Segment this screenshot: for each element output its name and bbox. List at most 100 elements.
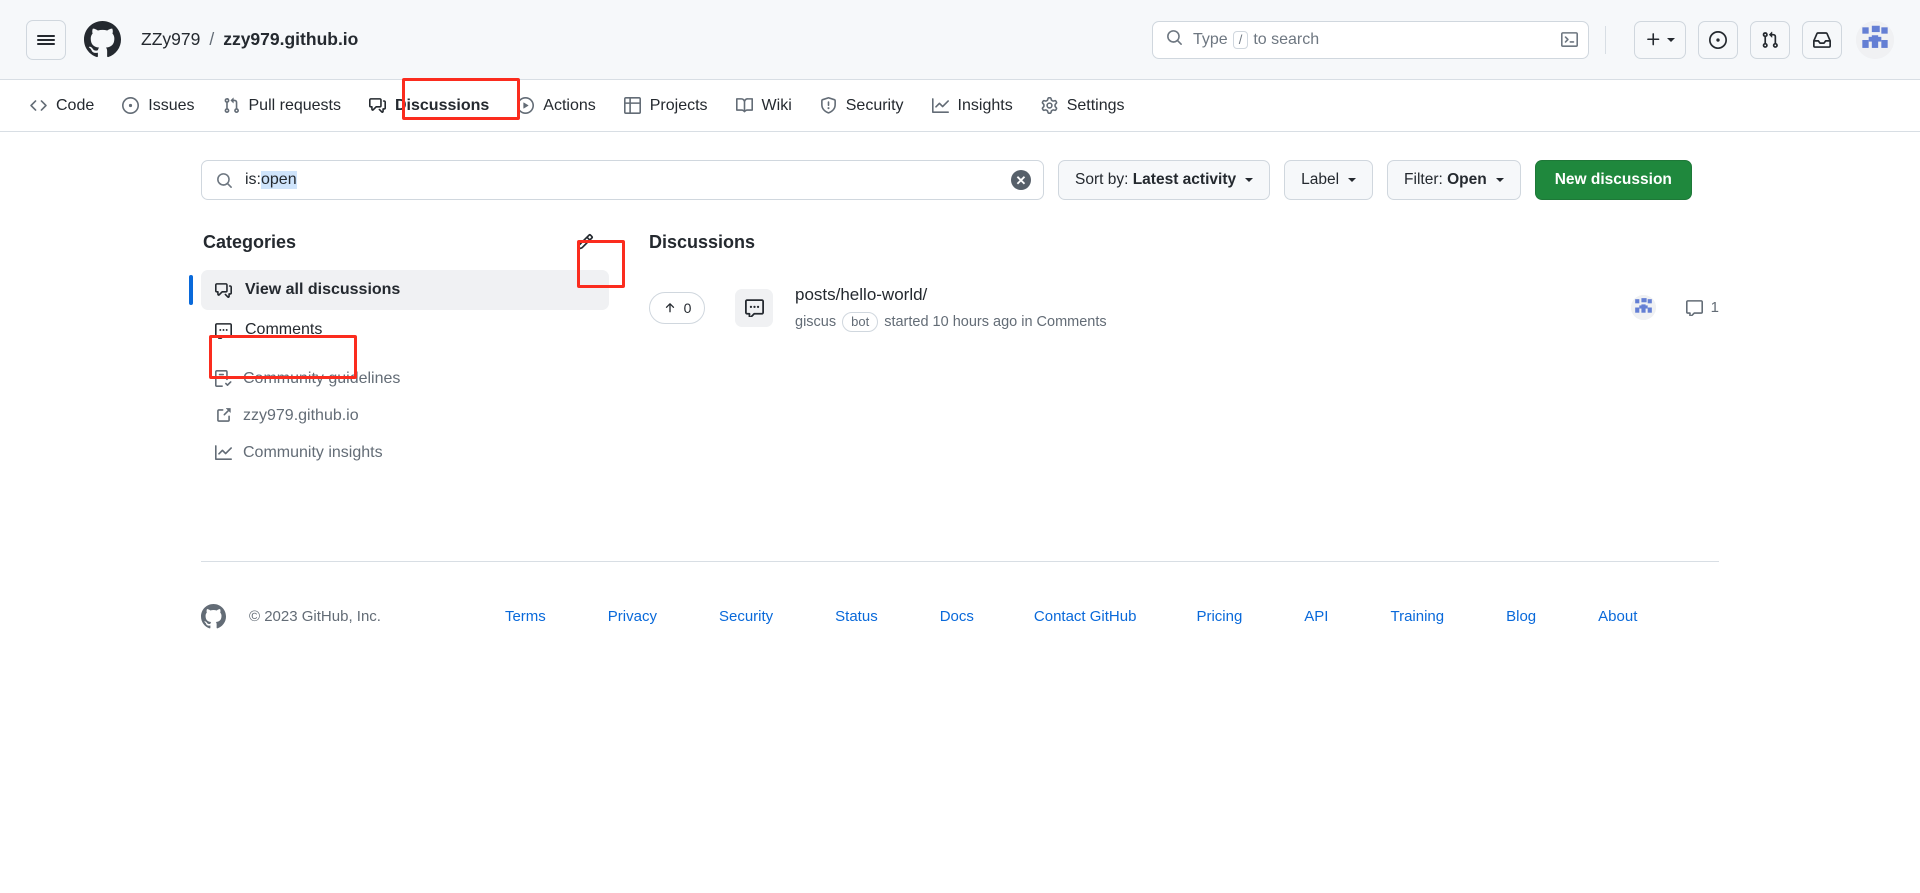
hamburger-icon[interactable] <box>26 19 66 60</box>
nav-tab-insights[interactable]: Insights <box>920 90 1025 122</box>
footer-link-docs[interactable]: Docs <box>940 608 974 625</box>
sidebar-item-comments[interactable]: Comments <box>201 310 609 350</box>
github-mark-icon[interactable] <box>201 604 226 629</box>
sidebar-links: Community guidelines zzy979.github.io Co… <box>201 360 609 471</box>
breadcrumb: ZZy979 / zzy979.github.io <box>141 29 358 50</box>
filter-value: Open <box>1447 171 1487 188</box>
comment-count-link[interactable]: 1 <box>1685 299 1719 317</box>
footer-link-terms[interactable]: Terms <box>505 608 546 625</box>
discussion-title-link[interactable]: posts/hello-world/ <box>795 284 1107 307</box>
global-search-input[interactable]: Type / to search <box>1152 20 1589 59</box>
sidebar-item-label: Comments <box>245 321 323 338</box>
shield-icon <box>820 97 837 114</box>
sort-value: Latest activity <box>1132 171 1237 188</box>
link-external-icon <box>215 407 232 424</box>
new-discussion-button[interactable]: New discussion <box>1534 160 1692 200</box>
bot-badge: bot <box>842 311 879 332</box>
upvote-button[interactable]: 0 <box>649 291 705 324</box>
sidebar-link-label: Community guidelines <box>243 369 401 387</box>
state-filter-button[interactable]: Filter: Open <box>1387 160 1521 200</box>
comment-icon <box>215 322 232 339</box>
footer-link-security[interactable]: Security <box>719 608 773 625</box>
search-icon <box>216 172 233 189</box>
graph-icon <box>215 444 232 461</box>
discussion-metadata: giscus bot started 10 hours ago in Comme… <box>795 311 1107 332</box>
page-content: is: open ✕ Sort by: Latest activity Label… <box>175 132 1745 471</box>
upvote-count: 0 <box>683 299 692 316</box>
repository-nav: Code Issues Pull requests Discussions Ac… <box>0 80 1920 132</box>
sidebar-link-community-insights[interactable]: Community insights <box>201 434 609 471</box>
create-new-button[interactable] <box>1634 20 1686 59</box>
book-icon <box>735 97 753 114</box>
nav-tab-projects[interactable]: Projects <box>612 90 720 122</box>
issues-button[interactable] <box>1698 20 1738 59</box>
clear-search-icon[interactable]: ✕ <box>1011 170 1031 190</box>
footer-link-status[interactable]: Status <box>835 608 878 625</box>
chevron-down-icon <box>1245 178 1254 182</box>
search-query-highlight: open <box>261 171 297 189</box>
sidebar-link-repo-site[interactable]: zzy979.github.io <box>201 397 609 434</box>
nav-tab-settings[interactable]: Settings <box>1029 90 1137 122</box>
breadcrumb-owner[interactable]: ZZy979 <box>141 29 200 50</box>
nav-tab-security[interactable]: Security <box>808 90 916 122</box>
nav-tab-label: Insights <box>957 96 1013 114</box>
discussions-main: Discussions 0 posts/hello-world/ giscus <box>649 225 1719 471</box>
footer-link-contact-github[interactable]: Contact GitHub <box>1034 608 1137 625</box>
sidebar-item-label: View all discussions <box>245 281 401 298</box>
graph-icon <box>931 97 949 114</box>
gear-icon <box>1041 97 1058 114</box>
arrow-up-icon <box>665 303 674 313</box>
header-divider <box>1605 25 1606 54</box>
discussions-heading: Discussions <box>649 231 756 252</box>
label-filter-button[interactable]: Label <box>1284 160 1374 200</box>
github-logo-icon[interactable] <box>84 21 121 58</box>
nav-tab-issues[interactable]: Issues <box>110 90 206 122</box>
nav-tab-discussions[interactable]: Discussions <box>357 90 501 122</box>
footer-link-api[interactable]: API <box>1304 608 1328 625</box>
category-list: View all discussions Comments <box>189 270 609 350</box>
discussion-list-item[interactable]: 0 posts/hello-world/ giscus bot started … <box>649 278 1719 338</box>
sidebar-link-community-guidelines[interactable]: Community guidelines <box>201 360 609 397</box>
breadcrumb-separator: / <box>209 29 215 49</box>
footer-links: Terms Privacy Security Status Docs Conta… <box>505 608 1637 625</box>
nav-tab-code[interactable]: Code <box>18 90 106 122</box>
footer-link-privacy[interactable]: Privacy <box>608 608 657 625</box>
nav-tab-label: Pull requests <box>248 96 342 114</box>
discussion-meta-text: started 10 hours ago in Comments <box>884 313 1107 330</box>
nav-tab-actions[interactable]: Actions <box>505 90 607 122</box>
checklist-icon <box>215 370 232 387</box>
nav-tab-label: Settings <box>1066 96 1125 114</box>
search-slash-key: / <box>1232 30 1249 49</box>
footer-link-about[interactable]: About <box>1598 608 1637 625</box>
terminal-icon[interactable] <box>1561 31 1578 48</box>
comment-count-value: 1 <box>1710 299 1719 317</box>
footer-link-pricing[interactable]: Pricing <box>1196 608 1242 625</box>
discussion-author[interactable]: giscus <box>795 314 836 330</box>
nav-tab-pull-requests[interactable]: Pull requests <box>211 90 354 122</box>
sidebar-item-view-all-discussions[interactable]: View all discussions <box>189 270 609 310</box>
nav-tab-label: Code <box>56 96 95 114</box>
sidebar-link-label: zzy979.github.io <box>243 406 359 424</box>
participant-avatar[interactable] <box>1630 295 1656 321</box>
nav-tab-label: Actions <box>543 96 596 114</box>
sort-by-button[interactable]: Sort by: Latest activity <box>1058 160 1271 200</box>
chevron-down-icon <box>1495 178 1504 182</box>
discussion-search-input[interactable]: is: open ✕ <box>201 160 1044 200</box>
nav-tab-wiki[interactable]: Wiki <box>724 90 804 122</box>
pencil-icon[interactable] <box>569 226 601 258</box>
footer-link-training[interactable]: Training <box>1390 608 1444 625</box>
search-query-value: is: open <box>245 171 297 189</box>
notifications-inbox-button[interactable] <box>1802 20 1842 59</box>
sort-prefix: Sort by: <box>1075 171 1133 188</box>
comment-icon <box>744 299 764 318</box>
search-icon <box>1166 29 1183 51</box>
user-avatar-identicon[interactable] <box>1856 20 1894 59</box>
footer-link-blog[interactable]: Blog <box>1506 608 1536 625</box>
search-placeholder-prefix: Type <box>1193 30 1228 48</box>
breadcrumb-repo[interactable]: zzy979.github.io <box>223 29 358 50</box>
issue-opened-icon <box>1709 30 1727 49</box>
footer-wrap: © 2023 GitHub, Inc. Terms Privacy Securi… <box>175 561 1745 629</box>
pull-requests-button[interactable] <box>1750 20 1790 59</box>
comment-discussion-icon <box>369 97 386 114</box>
global-header: ZZy979 / zzy979.github.io Type / to sear… <box>0 0 1920 80</box>
